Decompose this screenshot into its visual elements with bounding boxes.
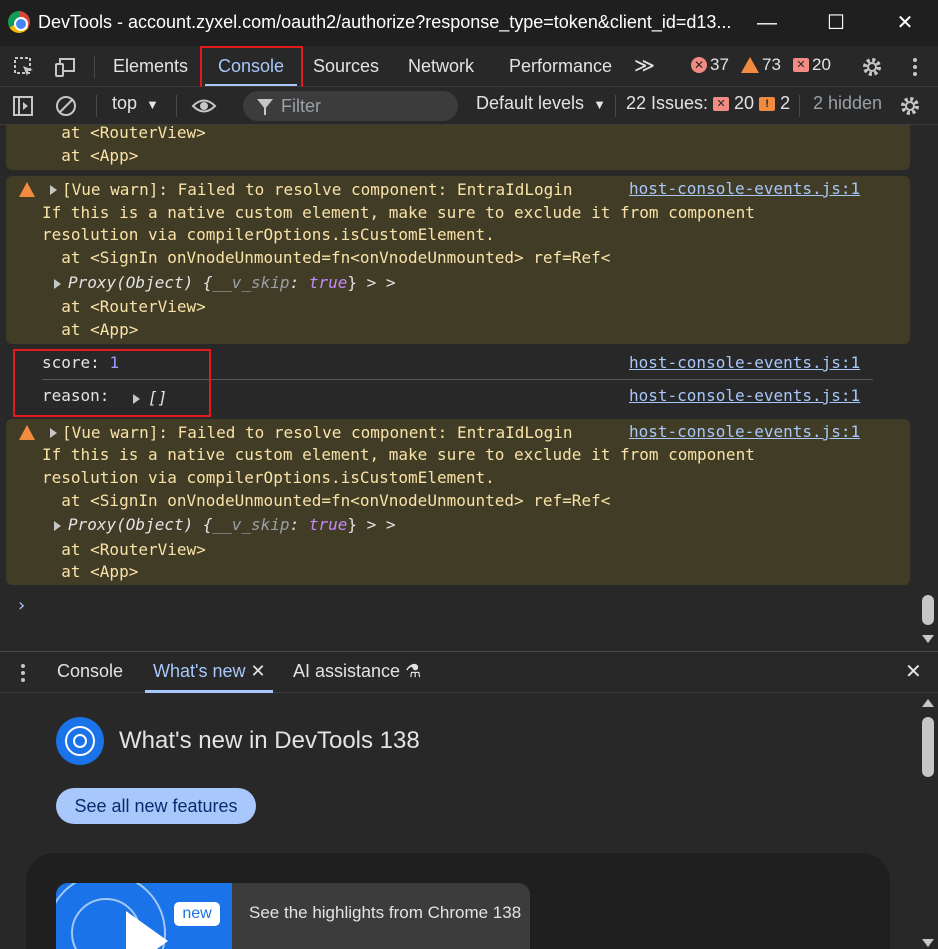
whats-new-panel: What's new in DevTools 138 See all new f… [0, 693, 938, 949]
more-options-icon[interactable] [904, 56, 926, 78]
filter-funnel-icon [257, 99, 273, 115]
drawer-tab-console[interactable]: Console [57, 661, 123, 682]
window-title: DevTools - account.zyxel.com/oauth2/auth… [38, 12, 732, 32]
device-toolbar-icon[interactable] [54, 56, 76, 78]
hidden-messages-count: 2 hidden [813, 93, 883, 113]
toolbar-divider [799, 95, 800, 117]
sidebar-toggle-icon[interactable] [12, 95, 34, 117]
highlight-text: See the highlights from Chrome 138 [249, 903, 522, 922]
devtools-logo-icon [56, 717, 104, 765]
stack-line: at <App> [42, 562, 139, 581]
see-all-features-button[interactable]: See all new features [56, 788, 256, 824]
toolbar-divider [96, 95, 97, 117]
warning-text: resolution via compilerOptions.isCustomE… [42, 468, 495, 487]
console-warning-message: at <RouterView> at <App> [6, 125, 910, 170]
expand-triangle-icon[interactable] [54, 279, 61, 289]
warning-icon [741, 57, 759, 73]
issue-error-icon: ✕ [713, 96, 730, 111]
warning-icon [19, 182, 35, 197]
window-titlebar: DevTools - account.zyxel.com/oauth2/auth… [0, 0, 938, 46]
warning-text: [Vue warn]: Failed to resolve component:… [62, 180, 573, 199]
stack-line: at <App> [42, 320, 139, 339]
issues-summary[interactable]: 22 Issues: ✕ 20 ! 2 [626, 93, 790, 114]
console-output: at <RouterView> at <App> [Vue warn]: Fai… [0, 125, 938, 650]
warning-counter[interactable]: 73 [741, 54, 781, 76]
warning-text: resolution via compilerOptions.isCustomE… [42, 225, 495, 244]
drawer-scroll-down-arrow-icon[interactable] [922, 939, 934, 947]
clear-console-icon[interactable] [55, 95, 77, 117]
stack-line: at <SignIn onVnodeUnmounted=fn<onVnodeUn… [42, 248, 611, 267]
tab-close-icon[interactable]: ✕ [251, 661, 266, 681]
warning-icon [19, 425, 35, 440]
issue-warning-icon: ! [759, 96, 776, 111]
filter-input[interactable]: Filter [243, 91, 458, 121]
warning-text: If this is a native custom element, make… [42, 203, 755, 222]
tab-sources[interactable]: Sources [313, 46, 379, 87]
proxy-object[interactable]: Proxy(Object) {__v_skip: true} > > [68, 514, 396, 536]
scroll-down-arrow-icon[interactable] [922, 635, 934, 643]
error-icon: ✕ [691, 57, 707, 73]
play-icon [126, 911, 168, 949]
toolbar-divider [176, 95, 177, 117]
stack-line: at <RouterView> [42, 125, 206, 142]
drawer-scrollbar-thumb[interactable] [922, 717, 934, 777]
chrome-logo-icon [8, 11, 30, 33]
drawer-scroll-up-arrow-icon[interactable] [922, 699, 934, 707]
context-selector[interactable]: top ▼ [112, 93, 159, 114]
warning-text: If this is a native custom element, make… [42, 445, 755, 464]
log-levels-dropdown[interactable]: Default levels ▼ [476, 93, 606, 114]
settings-gear-icon[interactable] [861, 56, 883, 78]
proxy-object[interactable]: Proxy(Object) {__v_skip: true} > > [68, 272, 396, 294]
issues-counter[interactable]: ✕ 20 [793, 54, 831, 76]
issue-icon: ✕ [793, 58, 809, 72]
drawer-menu-icon[interactable] [18, 662, 28, 684]
whats-new-title: What's new in DevTools 138 [119, 727, 420, 754]
stack-line: at <RouterView> [42, 540, 206, 559]
expand-triangle-icon[interactable] [54, 521, 61, 531]
tab-performance[interactable]: Performance [509, 46, 612, 87]
toolbar-divider [615, 95, 616, 117]
drawer-tab-whats-new[interactable]: What's new ✕ [153, 661, 266, 682]
tab-elements[interactable]: Elements [113, 46, 188, 87]
tab-network[interactable]: Network [408, 46, 474, 87]
annotation-score-reason-box [13, 349, 211, 417]
annotation-console-tab-box [200, 46, 303, 89]
source-link[interactable]: host-console-events.js:1 [629, 353, 860, 372]
console-filter-bar: top ▼ Filter Default levels ▼ 22 Issues:… [0, 87, 938, 125]
console-prompt-input[interactable]: › [16, 595, 27, 616]
inspect-element-icon[interactable] [13, 56, 35, 78]
console-warning-message: [Vue warn]: Failed to resolve component:… [6, 419, 910, 585]
highlights-card: new See the highlights from Chrome 138 [26, 853, 890, 949]
console-warning-message: [Vue warn]: Failed to resolve component:… [6, 176, 910, 344]
flask-icon: ⚗ [405, 661, 422, 681]
stack-line: at <App> [42, 146, 139, 165]
live-expression-eye-icon[interactable] [191, 95, 217, 117]
chevron-down-icon: ▼ [593, 97, 606, 112]
close-drawer-button[interactable]: ✕ [905, 659, 922, 684]
console-settings-gear-icon[interactable] [899, 95, 921, 117]
source-link[interactable]: host-console-events.js:1 [629, 422, 860, 441]
stack-line: at <RouterView> [42, 297, 206, 316]
chevron-down-icon: ▼ [146, 97, 159, 112]
highlight-video-card[interactable]: new See the highlights from Chrome 138 [56, 883, 530, 949]
drawer-tabs-bar: Console What's new ✕ AI assistance ⚗ ✕ [0, 651, 938, 693]
maximize-button[interactable]: ☐ [821, 8, 851, 38]
new-badge: new [174, 902, 220, 926]
source-link[interactable]: host-console-events.js:1 [629, 179, 860, 198]
more-tabs-button[interactable]: ≫ [634, 46, 655, 87]
console-scrollbar-thumb[interactable] [922, 595, 934, 625]
drawer-tab-ai-assistance[interactable]: AI assistance ⚗ [293, 661, 421, 682]
stack-line: at <SignIn onVnodeUnmounted=fn<onVnodeUn… [42, 491, 611, 510]
error-counter[interactable]: ✕ 37 [691, 54, 729, 76]
minimize-button[interactable]: — [752, 8, 782, 38]
expand-triangle-icon[interactable] [50, 428, 57, 438]
source-link[interactable]: host-console-events.js:1 [629, 386, 860, 405]
expand-triangle-icon[interactable] [50, 185, 57, 195]
close-window-button[interactable]: ✕ [890, 8, 920, 38]
toolbar-divider [94, 56, 95, 78]
warning-text: [Vue warn]: Failed to resolve component:… [62, 423, 573, 442]
highlight-thumbnail: new [56, 883, 232, 949]
